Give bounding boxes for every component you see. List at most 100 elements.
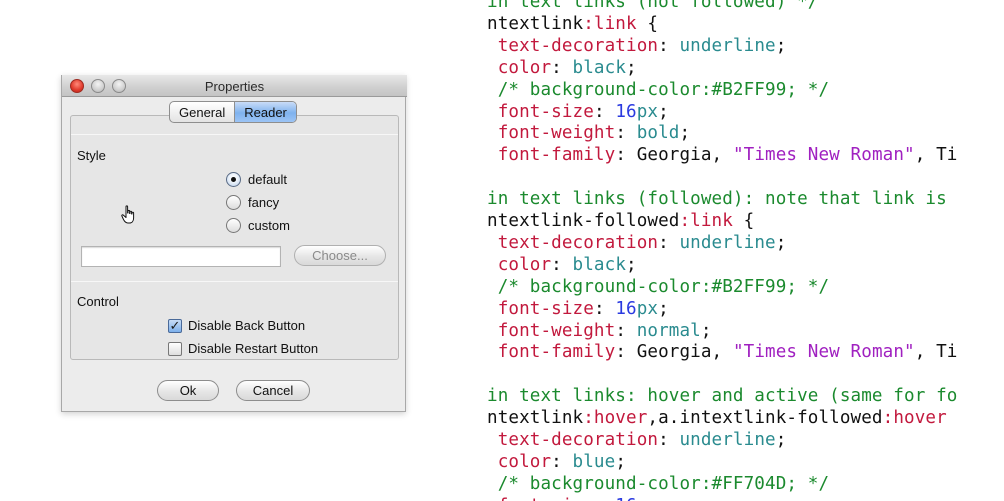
- radio-button[interactable]: [226, 195, 241, 210]
- code-line: font-family: Georgia, "Times New Roman",…: [487, 144, 958, 166]
- code-token: :: [594, 496, 615, 501]
- code-line: font-size: 16px;: [487, 495, 669, 501]
- control-section-label: Control: [77, 294, 119, 309]
- checkmark-icon[interactable]: ✓: [168, 318, 182, 333]
- code-token: :: [658, 430, 680, 450]
- radio-button-selected[interactable]: [226, 172, 241, 187]
- code-token: {: [732, 211, 755, 231]
- checkbox-label: Disable Back Button: [188, 318, 306, 333]
- code-token: :link: [583, 13, 637, 34]
- code-token: underline: [679, 232, 776, 253]
- code-line: font-family: Georgia, "Times New Roman",…: [487, 341, 958, 363]
- tab-bar: General Reader: [169, 101, 297, 123]
- code-line: /* background-color:#B2FF99; */: [487, 79, 829, 101]
- code-line: ntextlink-followed:link {: [487, 210, 754, 232]
- code-line: text-decoration: underline;: [487, 429, 787, 451]
- checkbox-label: Disable Restart Button: [188, 341, 319, 356]
- code-token: {: [636, 13, 659, 34]
- code-token: color: [487, 254, 552, 275]
- code-token: px: [637, 496, 658, 501]
- code-token: , Ti: [914, 342, 958, 363]
- code-line: ntextlink:hover,a.intextlink-followed:ho…: [487, 407, 947, 429]
- checkbox-box[interactable]: [168, 341, 182, 356]
- code-line: in text links (not followed) */: [487, 0, 818, 13]
- code-line: font-weight: bold;: [487, 122, 690, 144]
- code-line: color: black;: [487, 254, 637, 276]
- disable-back-button-checkbox[interactable]: ✓ Disable Back Button: [168, 318, 305, 333]
- radio-custom[interactable]: custom: [226, 218, 290, 233]
- code-token: :: [593, 298, 616, 319]
- section-divider: [71, 281, 398, 282]
- code-token: px: [636, 101, 659, 122]
- code-token: ;: [775, 35, 787, 56]
- code-token: :: [658, 35, 680, 56]
- code-token: ntextlink-followed: [487, 211, 680, 231]
- radio-button[interactable]: [226, 218, 241, 233]
- code-line: color: blue;: [487, 451, 626, 473]
- tab-divider: [71, 134, 398, 135]
- code-token: :hover: [882, 408, 947, 429]
- code-token: in text links (followed): note that link…: [487, 189, 947, 210]
- code-token: bold: [636, 123, 680, 144]
- code-line: /* background-color:#B2FF99; */: [487, 276, 829, 298]
- radio-default[interactable]: default: [226, 172, 287, 187]
- tab-general[interactable]: General: [170, 102, 234, 122]
- code-token: ;: [658, 496, 669, 501]
- code-token: font-weight: [487, 123, 616, 144]
- radio-label: default: [248, 172, 288, 187]
- code-token: font-family: [487, 342, 616, 363]
- code-line: in text links (followed): note that link…: [487, 188, 947, 210]
- radio-fancy[interactable]: fancy: [226, 195, 279, 210]
- code-token: : Georgia,: [615, 145, 733, 166]
- window-title: Properties: [204, 79, 265, 94]
- radio-label: fancy: [248, 195, 280, 210]
- code-token: ;: [626, 254, 637, 275]
- hand-cursor-icon: [121, 205, 135, 224]
- code-token: : Georgia,: [615, 342, 733, 363]
- code-token: text-decoration: [487, 232, 659, 253]
- code-token: :: [551, 451, 573, 472]
- tab-reader[interactable]: Reader: [234, 102, 296, 122]
- code-line: /* background-color:#FF704D; */: [487, 473, 829, 495]
- disable-restart-button-checkbox[interactable]: Disable Restart Button: [168, 341, 318, 356]
- code-token: font-weight: [487, 320, 616, 341]
- code-token: /* background-color:#B2FF99; */: [487, 79, 830, 100]
- radio-label: custom: [248, 218, 290, 233]
- choose-button[interactable]: Choose...: [294, 245, 386, 266]
- code-token: font-size: [487, 298, 594, 319]
- code-line: font-size: 16px;: [487, 298, 669, 320]
- title-bar[interactable]: Properties: [62, 75, 407, 97]
- code-line: font-weight: normal;: [487, 320, 712, 342]
- code-token: 16: [615, 298, 637, 319]
- code-token: font-size: [487, 101, 594, 122]
- code-token: "Times New Roman": [732, 145, 915, 166]
- code-token: color: [487, 451, 552, 472]
- code-token: in text links (not followed) */: [487, 0, 819, 12]
- code-token: underline: [679, 35, 776, 56]
- code-token: :link: [679, 211, 733, 231]
- code-token: :: [551, 57, 573, 78]
- code-token: :: [615, 320, 637, 341]
- code-token: normal: [636, 320, 701, 341]
- code-token: /* background-color:#B2FF99; */: [487, 276, 830, 297]
- code-token: color: [487, 57, 552, 78]
- code-token: ;: [615, 451, 627, 472]
- css-code-editor[interactable]: in text links (not followed) */ntextlink…: [487, 0, 1004, 501]
- code-token: text-decoration: [487, 430, 659, 450]
- code-token: ;: [658, 101, 669, 122]
- cancel-button[interactable]: Cancel: [236, 380, 310, 401]
- code-token: , Ti: [914, 145, 958, 166]
- custom-style-path-input[interactable]: [81, 246, 281, 267]
- code-token: :: [551, 254, 573, 275]
- properties-dialog: Properties General Reader Style default …: [61, 75, 407, 412]
- code-token: ;: [626, 57, 637, 78]
- code-token: ntextlink: [487, 13, 584, 34]
- code-token: "Times New Roman": [732, 342, 915, 363]
- code-token: /* background-color:#FF704D; */: [487, 473, 830, 494]
- ok-button[interactable]: Ok: [157, 380, 219, 401]
- code-token: ntextlink: [487, 408, 584, 429]
- code-token: ;: [700, 320, 712, 341]
- code-token: font-family: [487, 145, 616, 166]
- code-token: :: [593, 101, 616, 122]
- code-token: text-decoration: [487, 35, 659, 56]
